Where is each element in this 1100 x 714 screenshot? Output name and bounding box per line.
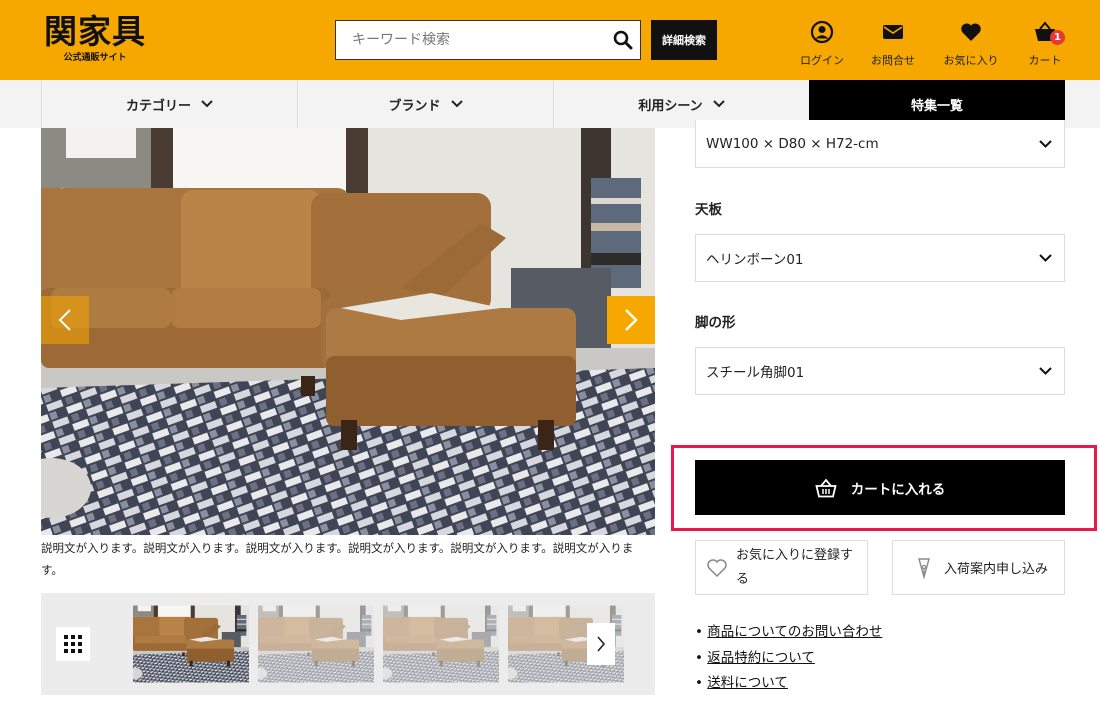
chevron-left-icon xyxy=(58,309,71,331)
size-select[interactable]: WW100 × D80 × H72-cm xyxy=(695,120,1065,168)
cart-icon: 1 xyxy=(1033,20,1065,45)
site-logo[interactable]: 関家具 公式通販サイト xyxy=(40,12,150,68)
basket-icon xyxy=(815,478,837,497)
chevron-down-icon xyxy=(1039,367,1052,375)
logo-sub-text: 公式通販サイト xyxy=(63,53,127,63)
thumbnail-next-button[interactable] xyxy=(587,623,615,665)
grid-view-button[interactable] xyxy=(56,627,90,661)
top-select-value: ヘリンボーン01 xyxy=(706,252,804,268)
chevron-down-icon xyxy=(712,100,725,108)
product-main-image xyxy=(41,128,655,535)
cart-label: カート xyxy=(1028,54,1062,67)
search-icon xyxy=(613,30,633,50)
list-item: • 返品特約について xyxy=(695,649,815,666)
leg-select[interactable]: スチール角脚01 xyxy=(695,347,1065,395)
leg-option-label: 脚の形 xyxy=(695,315,736,331)
tab-brand-label: ブランド xyxy=(388,98,441,114)
user-circle-icon xyxy=(810,20,834,44)
search-input[interactable] xyxy=(336,21,606,59)
product-inquiry-link[interactable]: 商品についてのお問い合わせ xyxy=(707,624,882,640)
add-to-cart-button[interactable]: カートに入れる xyxy=(695,460,1065,515)
favorites-link[interactable]: お気に入り xyxy=(940,20,1002,72)
thumbnail-strip xyxy=(41,593,655,695)
top-option-label: 天板 xyxy=(695,202,722,218)
advanced-search-button[interactable]: 詳細検索 xyxy=(651,20,717,60)
site-header: 関家具 公式通販サイト 詳細検索 ログイン お問合せ xyxy=(0,0,1100,80)
info-links: • 商品についてのお問い合わせ • 返品特約について • 送料について xyxy=(695,620,882,697)
contact-link[interactable]: お問合せ xyxy=(867,20,919,72)
image-caption: 説明文が入ります。説明文が入ります。説明文が入ります。説明文が入ります。説明文が… xyxy=(41,541,634,577)
search-button[interactable] xyxy=(606,21,640,59)
envelope-icon xyxy=(882,20,904,44)
gallery-next-button[interactable] xyxy=(607,296,655,344)
pen-nib-icon xyxy=(918,557,930,579)
thumbnail-3[interactable] xyxy=(383,603,499,685)
leg-select-value: スチール角脚01 xyxy=(706,365,805,381)
tab-category-label: カテゴリー xyxy=(125,98,191,114)
gallery-prev-button[interactable] xyxy=(41,296,89,344)
grid-icon xyxy=(64,635,82,653)
chevron-right-icon xyxy=(597,636,606,652)
restock-notice-label: 入荷案内申し込み xyxy=(944,562,1049,577)
return-policy-link[interactable]: 返品特約について xyxy=(707,650,815,666)
list-item: • 送料について xyxy=(695,675,788,691)
cart-link[interactable]: 1 カート xyxy=(1024,20,1066,72)
logo-main-text: 関家具 xyxy=(44,12,146,51)
login-label: ログイン xyxy=(800,54,844,67)
list-item: • 商品についてのお問い合わせ xyxy=(695,624,883,640)
size-select-value: WW100 × D80 × H72-cm xyxy=(706,135,879,152)
login-link[interactable]: ログイン xyxy=(797,20,847,72)
chevron-right-icon xyxy=(625,309,638,331)
thumbnail-1[interactable] xyxy=(133,603,249,685)
shipping-fee-link[interactable]: 送料について xyxy=(707,675,788,691)
chevron-down-icon xyxy=(201,100,213,108)
tab-category[interactable]: カテゴリー xyxy=(41,80,297,128)
add-favorite-button[interactable]: お気に入りに登録する xyxy=(695,540,868,595)
heart-icon xyxy=(960,20,982,44)
chevron-down-icon xyxy=(450,100,463,108)
add-favorite-label: お気に入りに登録する xyxy=(736,547,854,587)
heart-outline-icon xyxy=(707,558,727,577)
search-box xyxy=(335,20,641,60)
favorites-label: お気に入り xyxy=(943,54,999,67)
cart-count-badge: 1 xyxy=(1050,30,1065,45)
thumbnail-2[interactable] xyxy=(258,603,374,685)
top-select[interactable]: ヘリンボーン01 xyxy=(695,234,1065,282)
chevron-down-icon xyxy=(1039,139,1052,148)
tab-usage-scene-label: 利用シーン xyxy=(638,98,703,114)
restock-notice-button[interactable]: 入荷案内申し込み xyxy=(892,540,1065,595)
tab-brand[interactable]: ブランド xyxy=(297,80,553,128)
contact-label: お問合せ xyxy=(871,54,915,67)
tab-features-label: 特集一覧 xyxy=(910,98,963,114)
add-to-cart-label: カートに入れる xyxy=(850,481,946,498)
chevron-down-icon xyxy=(1039,254,1052,262)
